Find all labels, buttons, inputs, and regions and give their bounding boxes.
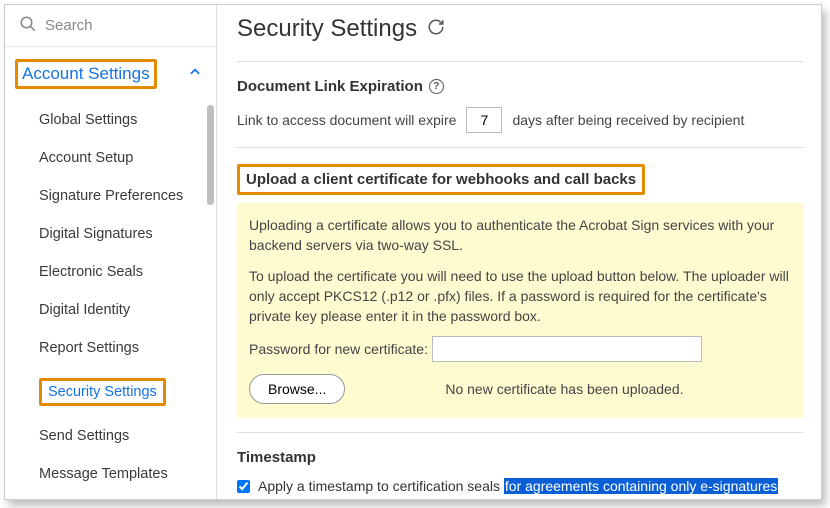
account-settings-header[interactable]: Account Settings — [5, 47, 216, 101]
link-expiration-days-input[interactable] — [466, 107, 502, 133]
sidebar-item-label: Send Settings — [39, 428, 129, 444]
sidebar-item-label: Message Templates — [39, 466, 168, 482]
search-box[interactable] — [5, 5, 216, 47]
sidebar: Account Settings Global Settings Account… — [5, 5, 217, 499]
timestamp-highlight-text: for agreements containing only e-signatu… — [504, 478, 778, 494]
app-window: Account Settings Global Settings Account… — [4, 4, 822, 500]
timestamp-checkbox[interactable] — [237, 480, 250, 493]
sidebar-item-account-setup[interactable]: Account Setup — [5, 139, 216, 177]
link-expiration-row: Link to access document will expire days… — [237, 107, 803, 133]
timestamp-label: Apply a timestamp to certification seals… — [258, 478, 778, 494]
cert-password-row: Password for new certificate: — [249, 336, 789, 362]
cert-upload-status: No new certificate has been uploaded. — [445, 379, 683, 399]
cert-password-input[interactable] — [432, 336, 702, 362]
account-settings-label: Account Settings — [15, 59, 157, 89]
timestamp-label-text: Apply a timestamp to certification seals — [258, 478, 504, 494]
link-expiration-title: Document Link Expiration ? — [237, 78, 444, 95]
upload-cert-desc-2: To upload the certificate you will need … — [249, 266, 789, 327]
page-title: Security Settings — [237, 15, 803, 43]
sidebar-item-label: Digital Identity — [39, 302, 130, 318]
link-expiration-suffix: days after being received by recipient — [512, 112, 744, 128]
sidebar-item-report-settings[interactable]: Report Settings — [5, 329, 216, 367]
divider — [237, 61, 803, 62]
sidebar-item-signature-preferences[interactable]: Signature Preferences — [5, 177, 216, 215]
link-expiration-prefix: Link to access document will expire — [237, 112, 456, 128]
sidebar-item-label: Account Setup — [39, 150, 133, 166]
help-icon[interactable]: ? — [429, 79, 444, 94]
main-panel: Security Settings Document Link Expirati… — [217, 5, 821, 499]
sidebar-item-digital-identity[interactable]: Digital Identity — [5, 291, 216, 329]
browse-button[interactable]: Browse... — [249, 374, 345, 404]
cert-password-label: Password for new certificate: — [249, 339, 428, 359]
sidebar-item-global-settings[interactable]: Global Settings — [5, 101, 216, 139]
divider — [237, 147, 803, 148]
section-title-text: Document Link Expiration — [237, 78, 423, 95]
sidebar-item-send-settings[interactable]: Send Settings — [5, 417, 216, 455]
sidebar-item-security-settings[interactable]: Security Settings — [5, 367, 216, 417]
search-icon — [19, 15, 37, 36]
sidebar-item-label: Signature Preferences — [39, 188, 183, 204]
sidebar-item-label: Electronic Seals — [39, 264, 143, 280]
upload-cert-desc-1: Uploading a certificate allows you to au… — [249, 215, 789, 256]
upload-cert-panel: Uploading a certificate allows you to au… — [237, 203, 803, 418]
chevron-up-icon — [188, 64, 202, 84]
sidebar-item-label: Security Settings — [39, 378, 166, 406]
refresh-icon[interactable] — [427, 15, 445, 43]
sidebar-item-label: Global Settings — [39, 112, 137, 128]
timestamp-title: Timestamp — [237, 449, 316, 466]
sidebar-item-message-templates[interactable]: Message Templates — [5, 455, 216, 493]
scrollbar-thumb[interactable] — [207, 105, 214, 205]
timestamp-row: Apply a timestamp to certification seals… — [237, 478, 803, 494]
sidebar-item-electronic-seals[interactable]: Electronic Seals — [5, 253, 216, 291]
sidebar-item-digital-signatures[interactable]: Digital Signatures — [5, 215, 216, 253]
nav-scroll: Global Settings Account Setup Signature … — [5, 101, 216, 499]
upload-cert-title: Upload a client certificate for webhooks… — [237, 164, 645, 195]
sidebar-item-label: Digital Signatures — [39, 226, 153, 242]
page-title-text: Security Settings — [237, 15, 417, 43]
sidebar-item-label: Report Settings — [39, 340, 139, 356]
divider — [237, 432, 803, 433]
search-input[interactable] — [45, 17, 202, 34]
nav-items: Global Settings Account Setup Signature … — [5, 101, 216, 493]
cert-browse-row: Browse... No new certificate has been up… — [249, 374, 789, 404]
